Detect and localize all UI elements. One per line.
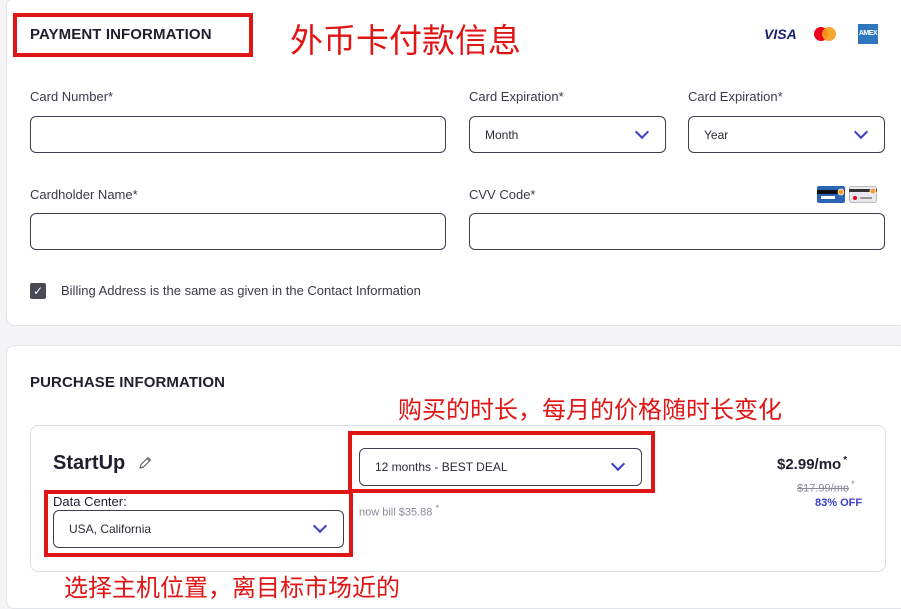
duration-annotation: 购买的时长，每月的价格随时长变化 [398, 396, 782, 424]
edit-pencil-icon[interactable] [137, 455, 153, 471]
cvv-code-label: CVV Code* [469, 187, 536, 202]
payment-section-title: PAYMENT INFORMATION [30, 26, 212, 43]
location-annotation: 选择主机位置，离目标市场近的 [64, 574, 400, 602]
billing-same-checkbox[interactable]: ✓ [30, 283, 46, 299]
expiration-year-value: Year [704, 128, 729, 142]
data-center-label: Data Center: [53, 494, 127, 509]
old-price: $17.99/mo * [797, 479, 855, 495]
old-price-text: $17.99/mo [797, 482, 849, 495]
data-center-select[interactable]: USA, California [53, 510, 344, 548]
amex-icon-text: AMEX [858, 30, 878, 37]
billing-same-label: Billing Address is the same as given in … [61, 283, 421, 298]
price-mark: * [843, 455, 848, 466]
price: $2.99/mo * [777, 455, 847, 473]
visa-icon: VISA [764, 26, 797, 42]
cardholder-name-input[interactable] [30, 213, 446, 250]
chevron-down-icon [853, 124, 869, 140]
expiration-month-label: Card Expiration* [469, 89, 564, 104]
chevron-down-icon [634, 124, 650, 140]
mastercard-icon [812, 26, 838, 42]
term-value: 12 months - BEST DEAL [375, 460, 508, 474]
expiration-year-select[interactable]: Year [688, 116, 885, 153]
price-text: $2.99/mo [777, 456, 842, 473]
expiration-year-label: Card Expiration* [688, 89, 783, 104]
amex-icon: AMEX [858, 24, 878, 44]
old-price-mark: * [850, 479, 855, 489]
card-number-input[interactable] [30, 116, 446, 153]
term-select[interactable]: 12 months - BEST DEAL [359, 448, 642, 486]
cardholder-name-label: Cardholder Name* [30, 187, 138, 202]
bill-note-text: now bill $35.88 [359, 506, 433, 519]
cvv-card-front-icon [849, 186, 877, 203]
data-center-value: USA, California [69, 522, 152, 536]
bill-note: now bill $35.88 * [359, 503, 439, 519]
cvv-code-input[interactable] [469, 213, 885, 250]
discount-badge: 83% OFF [815, 497, 863, 509]
chevron-down-icon [610, 456, 626, 472]
expiration-month-value: Month [485, 128, 519, 142]
purchase-section-title: PURCHASE INFORMATION [30, 374, 226, 391]
cvv-card-back-icon [817, 186, 845, 203]
bill-note-mark: * [435, 503, 439, 513]
expiration-month-select[interactable]: Month [469, 116, 666, 153]
chevron-down-icon [312, 518, 328, 534]
payment-annotation: 外币卡付款信息 [290, 21, 521, 60]
plan-name: StartUp [53, 452, 126, 474]
card-number-label: Card Number* [30, 89, 114, 104]
